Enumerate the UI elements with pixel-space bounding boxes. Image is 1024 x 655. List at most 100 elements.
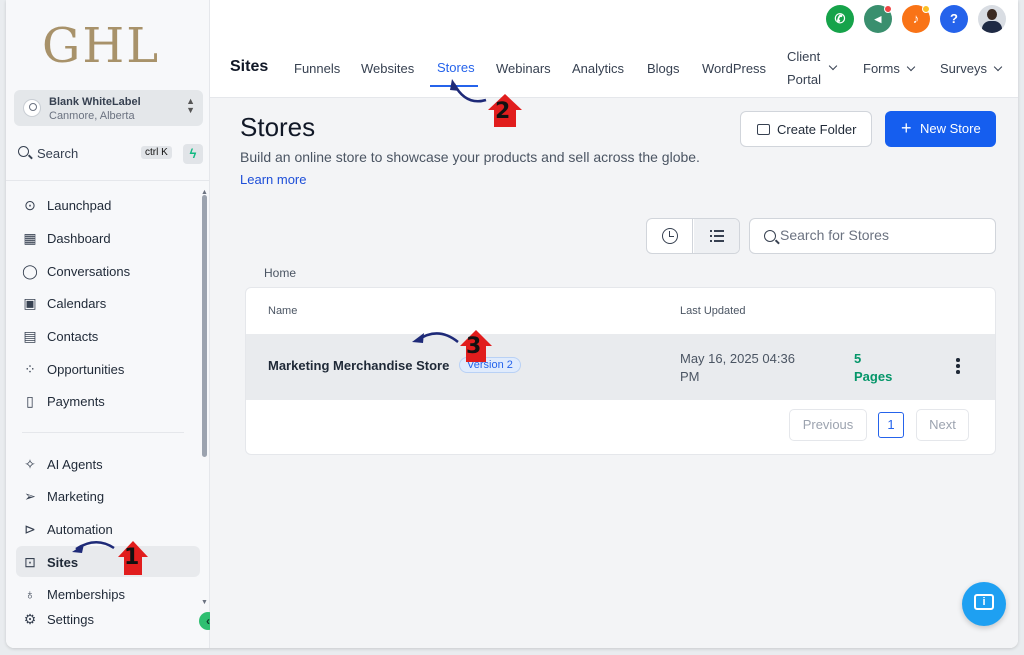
tab-stores[interactable]: Stores [437, 60, 475, 75]
learn-more-link[interactable]: Learn more [240, 172, 306, 187]
sidebar-item-label: Launchpad [47, 198, 112, 213]
sidebar-item-contacts[interactable]: ▤ Contacts [16, 322, 200, 350]
page-description: Build an online store to showcase your p… [240, 146, 730, 191]
sidebar-item-opportunities[interactable]: ⁘ Opportunities [16, 355, 200, 383]
location-icon [23, 99, 41, 117]
button-label: New Store [920, 121, 981, 136]
invoice-icon: ▯ [26, 393, 34, 409]
page-title: Stores [240, 112, 316, 142]
tab-funnels[interactable]: Funnels [294, 61, 340, 76]
store-search-input[interactable] [780, 227, 980, 243]
avatar-body [982, 21, 1002, 33]
description-text: Build an online store to showcase your p… [240, 149, 700, 165]
annotation-number: 1 [124, 545, 140, 570]
sidebar-item-label: AI Agents [47, 457, 103, 472]
tab-forms[interactable]: Forms [863, 61, 916, 76]
sidebar-item-label: Conversations [47, 264, 131, 279]
help-icon[interactable]: ? [940, 5, 968, 33]
sidebar-item-calendars[interactable]: ▣ Calendars [16, 289, 200, 317]
header-actions: ✆ ◂ ♪ ? [822, 5, 1006, 35]
gear-icon: ⚙ [23, 611, 37, 627]
tab-blogs[interactable]: Blogs [647, 61, 680, 76]
sites-icon: ⊡ [24, 554, 36, 570]
more-options-icon[interactable] [954, 358, 962, 378]
last-updated: May 16, 2025 04:36 PM [680, 350, 820, 386]
new-store-button[interactable]: + New Store [885, 111, 996, 147]
sidebar-item-ai-agents[interactable]: ✧ AI Agents [16, 450, 200, 478]
page-count-label: Pages [854, 369, 893, 384]
page-count[interactable]: 5 Pages [854, 350, 904, 386]
sidebar-search[interactable]: Search ctrl K [16, 144, 176, 164]
tab-analytics[interactable]: Analytics [572, 61, 624, 76]
recent-view-button[interactable] [647, 219, 693, 253]
annotation-number: 3 [466, 334, 482, 359]
store-search-field [749, 218, 996, 254]
sidebar-item-label: Calendars [47, 296, 107, 311]
grid-icon: ▦ [23, 230, 37, 246]
tab-surveys[interactable]: Surveys [940, 61, 1003, 76]
clock-icon [662, 228, 678, 244]
account-switcher[interactable]: Blank WhiteLabel Canmore, Alberta ▲ ▼ [14, 90, 203, 126]
section-title: Sites [230, 58, 269, 75]
sidebar-item-dashboard[interactable]: ▦ Dashboard [16, 224, 200, 252]
annotation-arrow-icon [412, 330, 492, 362]
list-view-button[interactable] [694, 219, 739, 253]
sidebar-item-marketing[interactable]: ➢ Marketing [16, 482, 200, 510]
page-count-number: 5 [854, 351, 862, 366]
sidebar-item-label: Memberships [47, 587, 126, 602]
tab-label: Client [787, 49, 821, 64]
sidebar-item-label: Marketing [47, 489, 105, 504]
search-shortcut: ctrl K [141, 146, 172, 159]
support-chat-button[interactable]: i [962, 582, 1006, 626]
previous-page-button[interactable]: Previous [789, 409, 867, 441]
sidebar-item-label: Sites [47, 555, 79, 570]
view-toggle [646, 218, 740, 254]
tab-webinars[interactable]: Webinars [496, 61, 551, 76]
next-page-button[interactable]: Next [916, 409, 969, 441]
chat-icon: ◯ [22, 263, 38, 279]
sidebar-item-settings[interactable]: ⚙ Settings [16, 605, 200, 633]
main-content: Stores Build an online store to showcase… [210, 98, 1018, 648]
sidebar-item-conversations[interactable]: ◯ Conversations [16, 257, 200, 285]
rocket-icon: ⊙ [24, 197, 36, 213]
button-label: Create Folder [777, 122, 857, 137]
top-header: ✆ ◂ ♪ ? Sites Funnels Websites Stores We… [210, 0, 1018, 98]
sidebar-item-label: Opportunities [47, 362, 125, 377]
quick-action-bolt-icon[interactable]: ϟ [183, 144, 203, 164]
sidebar-scrollbar[interactable] [202, 195, 207, 457]
tab-label: Surveys [940, 61, 987, 76]
create-folder-button[interactable]: Create Folder [740, 111, 872, 147]
last-updated-line: PM [680, 369, 700, 384]
plus-icon: + [901, 118, 912, 138]
tab-websites[interactable]: Websites [361, 61, 414, 76]
store-name[interactable]: Marketing Merchandise Store [268, 358, 449, 373]
brand-logo[interactable]: GHL [42, 18, 160, 74]
last-updated-line: May 16, 2025 04:36 [680, 351, 795, 366]
calendar-icon: ▣ [23, 295, 37, 311]
current-page-number[interactable]: 1 [878, 412, 904, 438]
pipeline-icon: ⁘ [24, 361, 36, 377]
breadcrumb[interactable]: Home [264, 266, 296, 280]
sidebar-item-label: Dashboard [47, 231, 111, 246]
send-icon: ➢ [24, 488, 36, 504]
sidebar-item-sites[interactable]: ⊡ Sites [16, 546, 200, 577]
sidebar-item-launchpad[interactable]: ⊙ Launchpad [16, 191, 200, 219]
annotation-number: 2 [495, 99, 511, 124]
announcement-icon[interactable]: ◂ [864, 5, 892, 33]
scroll-down-arrow-icon[interactable]: ▼ [201, 599, 208, 606]
table-row[interactable]: Marketing Merchandise Store Version 2 Ma… [246, 334, 995, 400]
bell-icon[interactable]: ♪ [902, 5, 930, 33]
tab-label: Portal [787, 72, 821, 87]
chevron-down-icon[interactable] [828, 60, 838, 75]
phone-icon[interactable]: ✆ [826, 5, 854, 33]
sidebar-item-payments[interactable]: ▯ Payments [16, 387, 200, 415]
tab-label: Forms [863, 61, 900, 76]
sidebar: GHL Blank WhiteLabel Canmore, Alberta ▲ ▼… [6, 0, 210, 648]
tab-client-portal[interactable]: Client Portal [787, 49, 821, 87]
tab-wordpress[interactable]: WordPress [702, 61, 766, 76]
contacts-icon: ▤ [23, 328, 37, 344]
sidebar-item-memberships[interactable]: ♁ Memberships [16, 580, 200, 608]
account-name: Blank WhiteLabel [49, 96, 141, 108]
sidebar-item-automation[interactable]: ⊳ Automation [16, 515, 200, 543]
user-avatar[interactable] [978, 5, 1006, 33]
